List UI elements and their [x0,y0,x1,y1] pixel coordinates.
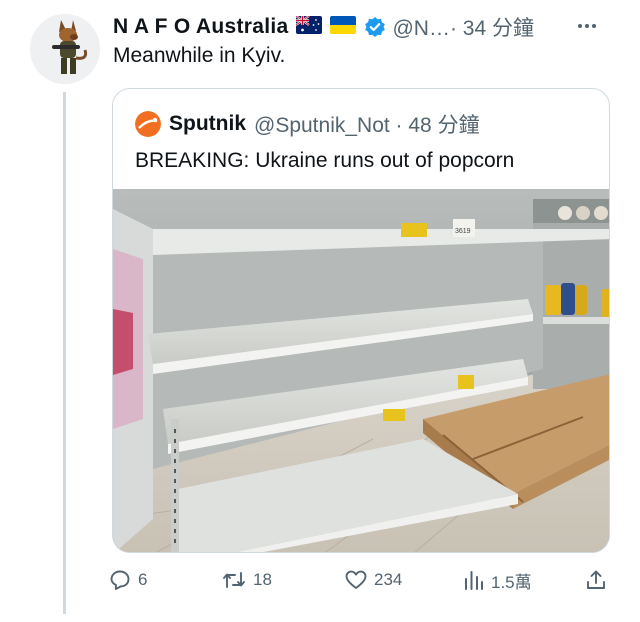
like-count: 234 [374,570,403,589]
tweet-header: N A F O Australia @N…· 34 分鐘 [113,12,603,42]
thread-line [63,92,66,614]
share-button[interactable] [584,562,608,598]
sputnik-logo-icon[interactable] [135,111,161,137]
quoted-tweet-card[interactable]: Sputnik @Sputnik_Not · 48 分鐘 BREAKING: U… [112,88,610,553]
avatar-dog-soldier-icon [30,14,100,84]
tweet-text: Meanwhile in Kyiv. [113,44,286,67]
views-count: 1.5萬 [491,572,532,592]
quoted-media-image[interactable]: 3619 [113,189,609,552]
views-chart-icon [465,571,483,590]
quoted-handle-timestamp[interactable]: @Sputnik_Not · 48 分鐘 [254,109,480,139]
like-button[interactable]: 234 [344,562,402,598]
display-name[interactable]: N A F O Australia [113,15,288,39]
quoted-display-name[interactable]: Sputnik [169,112,246,136]
reply-button[interactable]: 6 [108,562,147,598]
retweet-count: 18 [253,570,272,589]
price-tag-text: 3619 [455,228,471,235]
handle-timestamp[interactable]: @N…· 34 分鐘 [392,12,534,42]
ukraine-flag-icon [330,15,357,39]
avatar[interactable] [30,14,100,84]
tweet-action-bar: 6 18 234 1.5萬 [108,562,608,598]
retweet-button[interactable]: 18 [221,562,272,598]
reply-icon [110,570,130,590]
views-button[interactable]: 1.5萬 [463,562,532,598]
retweet-icon [223,572,245,588]
more-options-icon[interactable] [575,16,599,36]
share-icon [587,570,605,589]
reply-count: 6 [138,570,148,589]
verified-badge-icon [364,16,386,38]
quoted-tweet-header: Sputnik @Sputnik_Not · 48 分鐘 [135,109,480,139]
australia-flag-icon [295,14,323,39]
heart-icon [345,570,367,589]
quoted-tweet-text: BREAKING: Ukraine runs out of popcorn [135,149,515,172]
